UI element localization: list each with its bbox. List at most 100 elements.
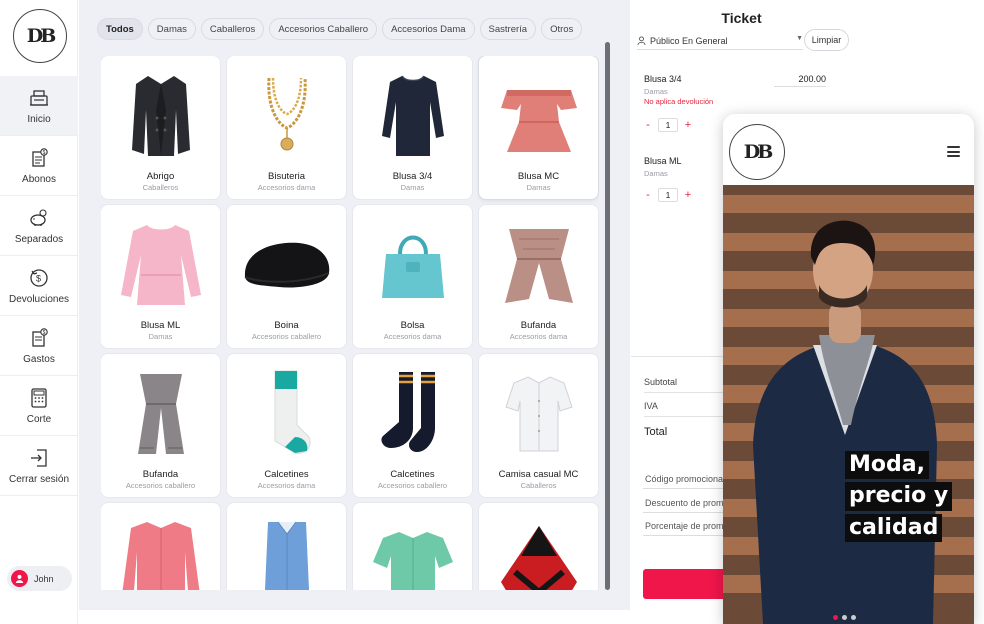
sidebar-item-devoluciones[interactable]: $ Devoluciones xyxy=(0,256,78,316)
scarf-icon xyxy=(101,362,220,464)
carousel-dot[interactable] xyxy=(842,615,847,620)
hero-line: Moda, xyxy=(845,451,929,480)
decrement-button[interactable]: - xyxy=(644,189,652,201)
sidebar-item-separados[interactable]: Separados xyxy=(0,196,78,256)
decrement-button[interactable]: - xyxy=(644,119,652,131)
product-card[interactable] xyxy=(479,503,598,590)
product-category: Accesorios caballero xyxy=(377,481,448,490)
filter-sastreria[interactable]: Sastrería xyxy=(479,18,537,40)
product-name: Camisa casual MC xyxy=(498,469,579,480)
beret-icon xyxy=(227,213,346,315)
catalog-scrollbar[interactable] xyxy=(605,42,610,590)
expense-receipt-icon: $ xyxy=(28,327,50,349)
product-card[interactable]: Boina Accesorios caballero xyxy=(227,205,346,348)
carousel-dot[interactable] xyxy=(833,615,838,620)
product-card[interactable]: Bisuteria Accesorios dama xyxy=(227,56,346,199)
product-card[interactable] xyxy=(101,503,220,590)
quantity-stepper: - 1 + xyxy=(644,118,692,132)
product-category: Damas xyxy=(148,332,173,341)
product-card[interactable]: Calcetines Accesorios caballero xyxy=(353,354,472,497)
hero-photo xyxy=(723,185,974,624)
filter-damas[interactable]: Damas xyxy=(147,18,196,40)
blouse-long-sleeve-icon xyxy=(101,213,220,315)
catalog-scrollbar-thumb[interactable] xyxy=(605,42,610,590)
blouse-ruffle-icon xyxy=(479,64,598,166)
logout-icon xyxy=(28,447,50,469)
product-card[interactable]: Bufanda Accesorios dama xyxy=(479,205,598,348)
user-chip[interactable]: John xyxy=(7,566,72,591)
product-grid: Abrigo Caballeros Bisuteria Accesorios d… xyxy=(101,56,599,590)
carousel-dot[interactable] xyxy=(851,615,856,620)
coat-icon xyxy=(101,64,220,166)
product-category: Caballeros xyxy=(142,183,179,192)
ticket-item-price[interactable]: 200.00 xyxy=(774,74,826,87)
product-card[interactable]: Bolsa Accesorios dama xyxy=(353,205,472,348)
product-card[interactable]: Blusa 3/4 Damas xyxy=(353,56,472,199)
product-card[interactable]: Blusa ML Damas xyxy=(101,205,220,348)
chevron-down-icon: ▼ xyxy=(796,35,803,42)
sidebar-item-corte[interactable]: Corte xyxy=(0,376,78,436)
product-card[interactable]: Abrigo Caballeros xyxy=(101,56,220,199)
sidebar-item-abonos[interactable]: $ Abonos xyxy=(0,136,78,196)
increment-button[interactable]: + xyxy=(684,119,692,131)
user-icon xyxy=(637,36,646,45)
client-name: Público En General xyxy=(650,35,728,46)
svg-text:$: $ xyxy=(43,330,46,336)
sidebar-item-label: Inicio xyxy=(27,113,51,125)
product-card[interactable]: Blusa MC Damas xyxy=(479,56,598,199)
brand-logo[interactable]: DB xyxy=(13,9,67,63)
svg-text:$: $ xyxy=(36,273,41,283)
product-category: Accesorios caballero xyxy=(251,332,322,341)
product-category: Accesorios dama xyxy=(257,183,316,192)
shirt-pink-icon xyxy=(101,511,220,590)
filter-otros[interactable]: Otros xyxy=(541,18,583,40)
sidebar-nav: Inicio $ Abonos Separados $ Devoluciones xyxy=(0,76,78,496)
filter-accesorios-caballero[interactable]: Accesorios Caballero xyxy=(269,18,378,40)
product-category: Damas xyxy=(526,183,551,192)
ticket-item-warning: No aplica devolución xyxy=(644,97,714,106)
mobile-preview: DB Moda, precio y calidad xyxy=(723,114,974,624)
clear-button[interactable]: Limpiar xyxy=(804,29,849,51)
quantity-stepper: - 1 + xyxy=(644,188,692,202)
category-filters: Todos Damas Caballeros Accesorios Caball… xyxy=(97,18,583,40)
product-name: Calcetines xyxy=(390,469,435,480)
shirt-short-sleeve-icon xyxy=(479,362,598,464)
filter-todos[interactable]: Todos xyxy=(97,18,143,40)
product-card[interactable] xyxy=(227,503,346,590)
sidebar-item-cerrar-sesion[interactable]: Cerrar sesión xyxy=(0,436,78,496)
ticket-item-category: Damas xyxy=(644,87,668,96)
sidebar-item-label: Gastos xyxy=(23,353,55,365)
blouse-icon xyxy=(353,64,472,166)
ticket-item: Blusa 3/4 200.00 Damas No aplica devoluc… xyxy=(644,74,844,132)
hero-line: calidad xyxy=(845,513,943,543)
filter-caballeros[interactable]: Caballeros xyxy=(200,18,265,40)
product-name: Calcetines xyxy=(264,469,309,480)
client-select[interactable]: Público En General ▼ xyxy=(637,32,803,50)
hero-banner: Moda, precio y calidad xyxy=(723,185,974,624)
product-card[interactable]: Bufanda Accesorios caballero xyxy=(101,354,220,497)
increment-button[interactable]: + xyxy=(684,189,692,201)
scarf-icon xyxy=(479,213,598,315)
product-name: Bufanda xyxy=(142,469,179,480)
product-card[interactable]: Calcetines Accesorios dama xyxy=(227,354,346,497)
sock-icon xyxy=(227,362,346,464)
product-name: Bufanda xyxy=(520,320,557,331)
filter-accesorios-dama[interactable]: Accesorios Dama xyxy=(382,18,475,40)
hamburger-icon[interactable] xyxy=(947,146,960,157)
mobile-brand-logo[interactable]: DB xyxy=(729,124,785,180)
return-dollar-icon: $ xyxy=(28,267,50,289)
product-category: Accesorios dama xyxy=(257,481,316,490)
product-name: Abrigo xyxy=(146,171,175,182)
necklace-icon xyxy=(227,64,346,166)
piggy-bank-icon xyxy=(28,207,50,229)
app-root: DB Inicio $ Abonos Separados $ Devolucio… xyxy=(0,0,984,624)
sidebar-item-gastos[interactable]: $ Gastos xyxy=(0,316,78,376)
quantity-input[interactable]: 1 xyxy=(658,188,678,202)
sidebar-item-label: Corte xyxy=(26,413,52,425)
product-category: Caballeros xyxy=(520,481,557,490)
product-card[interactable]: Camisa casual MC Caballeros xyxy=(479,354,598,497)
product-card[interactable] xyxy=(353,503,472,590)
quantity-input[interactable]: 1 xyxy=(658,118,678,132)
user-icon xyxy=(11,570,28,587)
sidebar-item-inicio[interactable]: Inicio xyxy=(0,76,78,136)
